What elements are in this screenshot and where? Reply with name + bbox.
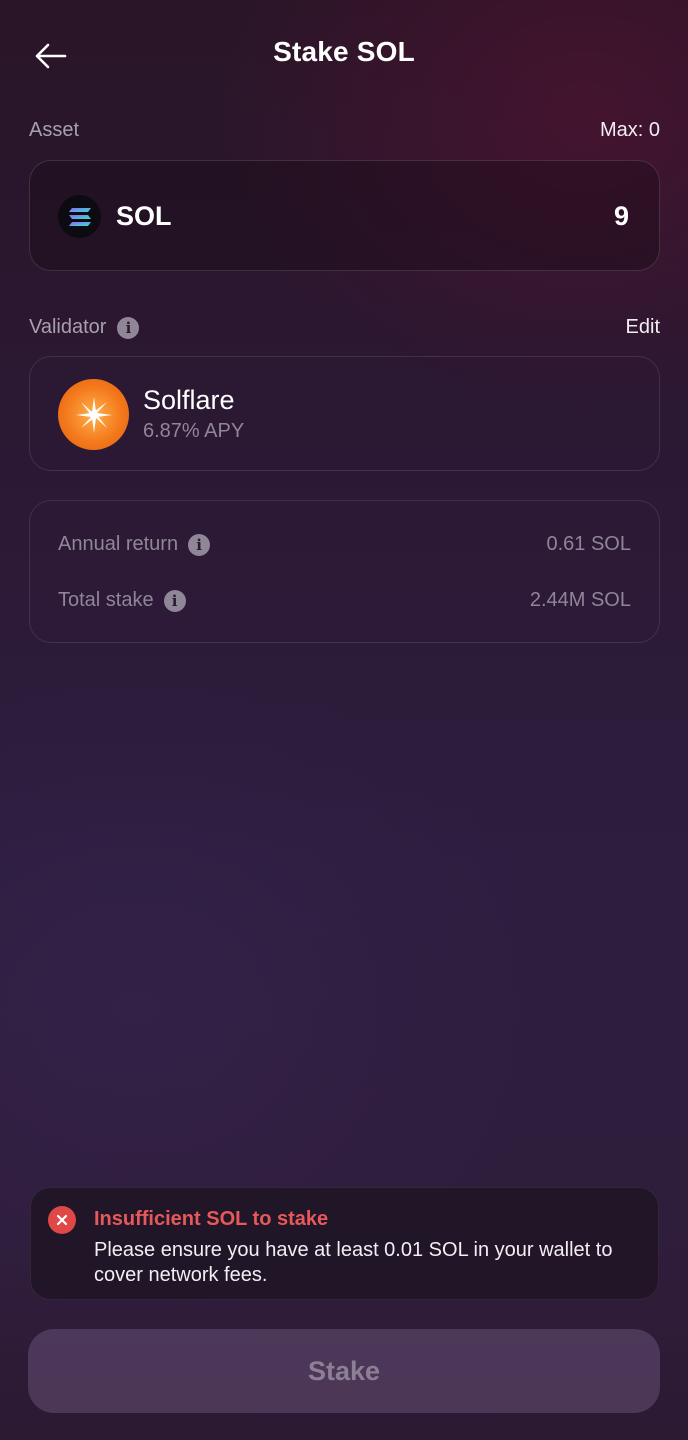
solana-logo-icon — [58, 195, 101, 238]
stake-button[interactable]: Stake — [28, 1329, 660, 1413]
info-icon[interactable]: i — [188, 533, 211, 556]
annual-return-label: Annual return — [58, 533, 179, 555]
solflare-logo-icon — [58, 379, 129, 450]
stake-stats-card: Annual return i 0.61 SOL Total stake i 2… — [29, 500, 660, 643]
error-x-icon — [48, 1206, 76, 1234]
error-message: Please ensure you have at least 0.01 SOL… — [94, 1239, 613, 1286]
asset-selector[interactable]: SOL 9 — [29, 160, 660, 271]
header: Stake SOL — [0, 0, 688, 110]
max-button[interactable]: Max: 0 — [600, 119, 660, 142]
validator-card[interactable]: Solflare 6.87% APY — [29, 356, 660, 471]
amount-input[interactable]: 9 — [614, 201, 629, 232]
validator-label-row: Validator i — [29, 316, 140, 339]
page-title: Stake SOL — [273, 36, 415, 67]
total-stake-value: 2.44M SOL — [529, 589, 631, 611]
error-title: Insufficient SOL to stake — [94, 1208, 329, 1230]
total-stake-row: Total stake i — [58, 589, 186, 612]
total-stake-label: Total stake — [58, 589, 154, 611]
annual-return-value: 0.61 SOL — [546, 533, 631, 555]
info-icon[interactable]: i — [163, 589, 186, 612]
validator-apy: 6.87% APY — [143, 420, 245, 442]
validator-name: Solflare — [143, 385, 235, 415]
annual-return-row: Annual return i — [58, 533, 211, 556]
asset-label: Asset — [29, 119, 80, 141]
edit-validator-button[interactable]: Edit — [626, 316, 660, 339]
error-banner: Insufficient SOL to stake Please ensure … — [30, 1187, 659, 1300]
info-icon[interactable]: i — [117, 316, 140, 339]
validator-label: Validator — [29, 316, 107, 338]
asset-token-name: SOL — [116, 201, 172, 231]
